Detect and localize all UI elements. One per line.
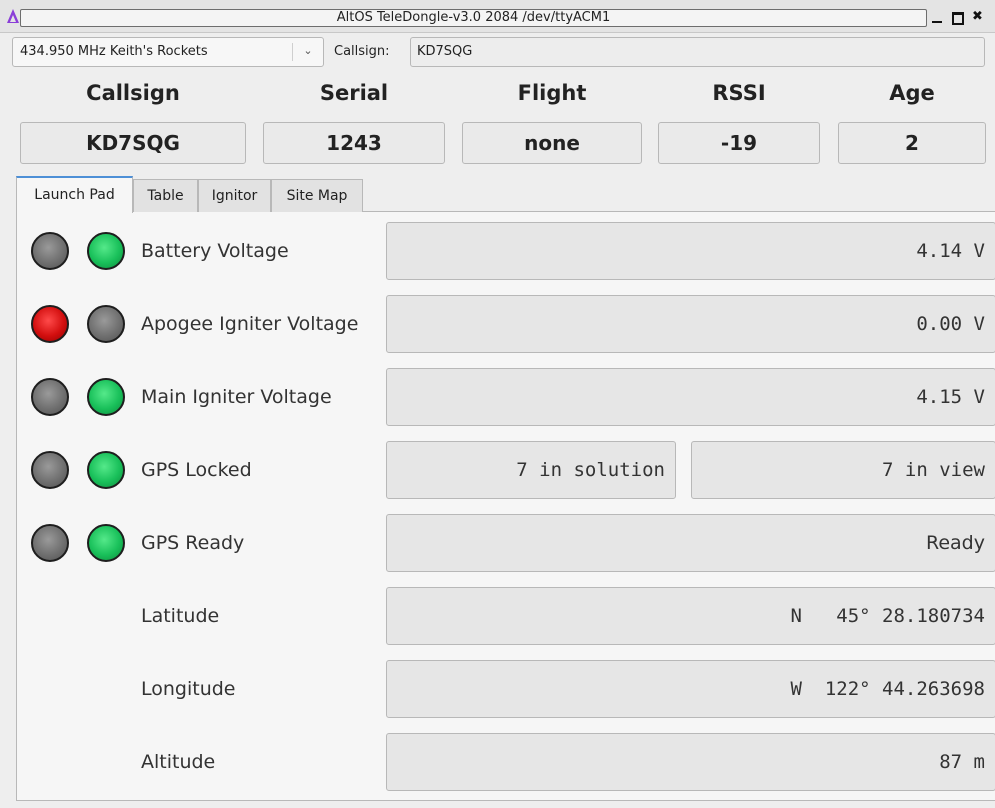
gps-in-view-value: 7 in view — [691, 441, 995, 499]
row-battery-voltage: Battery Voltage 4.14 V — [17, 222, 995, 280]
gps-in-solution-value: 7 in solution — [386, 441, 676, 499]
row-label: Apogee Igniter Voltage — [141, 313, 359, 335]
row-label: Altitude — [141, 751, 216, 773]
frequency-select[interactable]: 434.950 MHz Keith's Rockets ⌄ — [12, 37, 324, 67]
tab-site-map[interactable]: Site Map — [271, 179, 363, 212]
row-label: GPS Locked — [141, 459, 252, 481]
header-rssi: RSSI — [712, 81, 766, 105]
status-led-icon — [87, 305, 125, 343]
row-label: GPS Ready — [141, 532, 245, 554]
chevron-down-icon[interactable]: ⌄ — [300, 42, 316, 60]
maximize-icon[interactable] — [950, 9, 964, 25]
flight-value: none — [462, 122, 642, 164]
status-led-icon — [31, 451, 69, 489]
longitude-value: W 122° 44.263698 — [386, 660, 995, 718]
battery-voltage-value: 4.14 V — [386, 222, 995, 280]
header-callsign: Callsign — [86, 81, 180, 105]
row-label: Battery Voltage — [141, 240, 289, 262]
altitude-value: 87 m — [386, 733, 995, 791]
row-label: Longitude — [141, 678, 236, 700]
status-led-icon — [31, 378, 69, 416]
status-led-icon — [87, 451, 125, 489]
rssi-value: -19 — [658, 122, 820, 164]
row-main-igniter-voltage: Main Igniter Voltage 4.15 V — [17, 368, 995, 426]
tab-ignitor[interactable]: Ignitor — [198, 179, 271, 212]
frequency-value: 434.950 MHz Keith's Rockets — [20, 44, 208, 59]
serial-value: 1243 — [263, 122, 445, 164]
row-longitude: Longitude W 122° 44.263698 — [17, 660, 995, 718]
row-gps-locked: GPS Locked 7 in solution 7 in view — [17, 441, 995, 499]
status-led-icon — [31, 305, 69, 343]
main-igniter-voltage-value: 4.15 V — [386, 368, 995, 426]
header-age: Age — [889, 81, 935, 105]
close-icon[interactable] — [972, 9, 986, 25]
header-serial: Serial — [319, 81, 389, 105]
apogee-igniter-voltage-value: 0.00 V — [386, 295, 995, 353]
callsign-label: Callsign: — [334, 44, 390, 59]
combo-divider — [292, 43, 293, 61]
status-led-icon — [87, 232, 125, 270]
row-latitude: Latitude N 45° 28.180734 — [17, 587, 995, 645]
status-led-icon — [31, 524, 69, 562]
row-gps-ready: GPS Ready Ready — [17, 514, 995, 572]
launch-pad-panel: Battery Voltage 4.14 V Apogee Igniter Vo… — [16, 211, 995, 801]
altos-logo-icon — [7, 9, 19, 23]
age-value: 2 — [838, 122, 986, 164]
tab-table[interactable]: Table — [133, 179, 198, 212]
latitude-value: N 45° 28.180734 — [386, 587, 995, 645]
title-bar: AltOS TeleDongle-v3.0 2084 /dev/ttyACM1 — [0, 0, 995, 33]
header-flight: Flight — [517, 81, 587, 105]
window-title: AltOS TeleDongle-v3.0 2084 /dev/ttyACM1 — [336, 10, 611, 25]
gps-ready-value: Ready — [386, 514, 995, 572]
minimize-icon[interactable] — [930, 9, 944, 25]
row-label: Main Igniter Voltage — [141, 386, 332, 408]
row-apogee-igniter-voltage: Apogee Igniter Voltage 0.00 V — [17, 295, 995, 353]
row-altitude: Altitude 87 m — [17, 733, 995, 791]
status-led-icon — [87, 524, 125, 562]
status-led-icon — [87, 378, 125, 416]
callsign-value: KD7SQG — [20, 122, 246, 164]
row-label: Latitude — [141, 605, 220, 627]
callsign-input[interactable]: KD7SQG — [410, 37, 985, 67]
tab-launch-pad[interactable]: Launch Pad — [16, 176, 133, 213]
status-led-icon — [31, 232, 69, 270]
window-title-field: AltOS TeleDongle-v3.0 2084 /dev/ttyACM1 — [20, 9, 927, 27]
